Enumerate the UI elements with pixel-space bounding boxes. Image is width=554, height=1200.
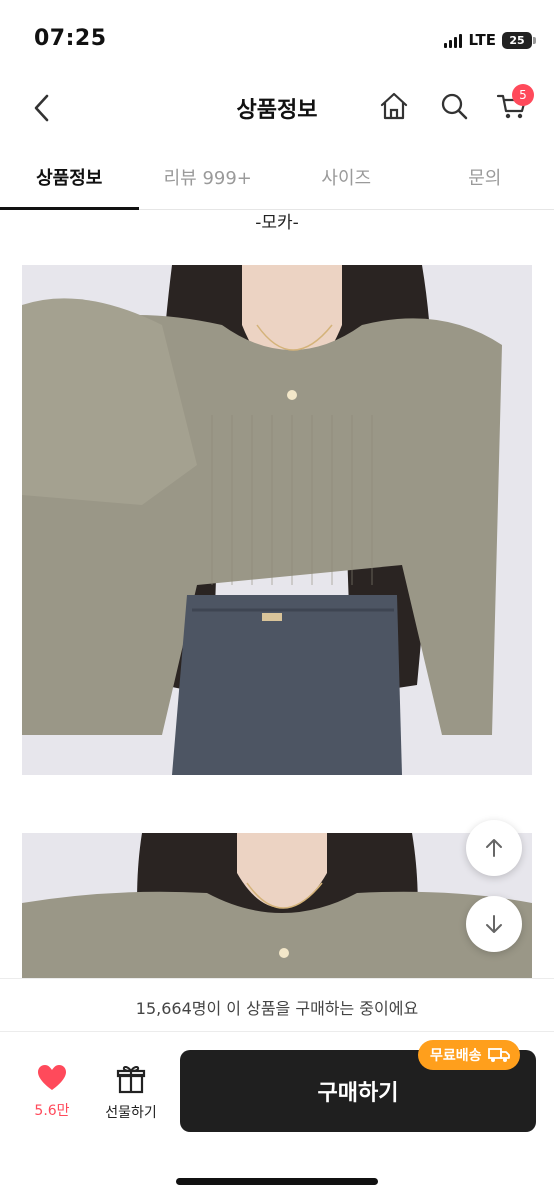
cart-button[interactable]: 5: [492, 84, 534, 126]
network-label: LTE: [468, 31, 496, 49]
scroll-up-button[interactable]: [466, 820, 522, 876]
signal-icon: [444, 32, 463, 48]
like-button[interactable]: 5.6만: [22, 1064, 82, 1134]
notice-text: 15,664명이 이 상품을 구매하는 중이에요: [135, 999, 419, 1018]
free-shipping-label: 무료배송: [430, 1048, 482, 1064]
battery-icon: 25: [502, 31, 536, 49]
top-nav: 상품정보 5: [0, 80, 554, 138]
battery-level: 25: [509, 33, 525, 47]
truck-icon: [487, 1048, 510, 1062]
arrow-up-icon: [486, 839, 502, 857]
color-caption: -모카-: [255, 213, 299, 233]
tab-size[interactable]: 사이즈: [277, 150, 416, 209]
home-button[interactable]: [374, 86, 414, 126]
gift-button[interactable]: 선물하기: [96, 1064, 166, 1134]
like-count: 5.6만: [34, 1103, 70, 1119]
status-indicators: LTE 25: [444, 30, 536, 50]
home-indicator[interactable]: [176, 1178, 378, 1185]
scroll-down-button[interactable]: [466, 896, 522, 952]
status-bar: 07:25 LTE 25: [0, 0, 554, 80]
cart-count-badge: 5: [512, 84, 534, 106]
tab-inquiry[interactable]: 문의: [416, 150, 554, 209]
free-shipping-badge: 무료배송: [418, 1040, 520, 1070]
arrow-down-icon: [486, 915, 502, 933]
tab-reviews[interactable]: 리뷰 999+: [139, 150, 278, 209]
tab-product-info[interactable]: 상품정보: [0, 150, 139, 210]
bottom-action-bar: 5.6만 선물하기 구매하기 무료배송: [0, 1032, 554, 1200]
search-icon: [441, 93, 468, 120]
buy-label: 구매하기: [317, 1081, 399, 1106]
search-button[interactable]: [434, 86, 474, 126]
gift-label: 선물하기: [105, 1105, 157, 1121]
product-photo: [22, 265, 532, 775]
product-tabs: 상품정보 리뷰 999+ 사이즈 문의: [0, 150, 554, 210]
status-time: 07:25: [34, 26, 107, 51]
gift-icon: [116, 1065, 146, 1094]
heart-icon: [38, 1065, 66, 1090]
purchase-activity-notice: 15,664명이 이 상품을 구매하는 중이에요: [0, 978, 554, 1032]
product-photo: [22, 833, 532, 978]
home-icon: [380, 92, 408, 120]
